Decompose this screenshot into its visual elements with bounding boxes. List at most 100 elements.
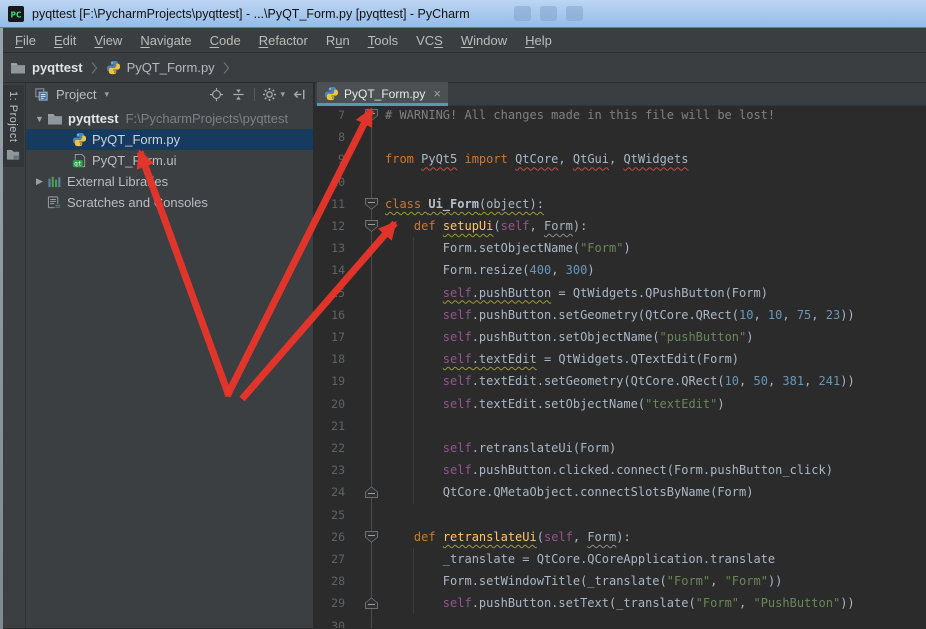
line-number: 19 bbox=[315, 374, 345, 388]
code-line-26[interactable]: 26 def retranslateUi(self, Form): bbox=[315, 526, 926, 548]
window-edge bbox=[0, 28, 3, 629]
editor-tab-bar: PyQT_Form.py × bbox=[315, 83, 926, 106]
code-text: self.pushButton.setObjectName("pushButto… bbox=[385, 330, 753, 344]
code-text: def setupUi(self, Form): bbox=[385, 219, 587, 233]
project-tree: ▼pyqttestF:\PycharmProjects\pyqttestPyQT… bbox=[26, 106, 313, 628]
menu-vcs[interactable]: VCS bbox=[407, 33, 452, 48]
line-number: 30 bbox=[315, 619, 345, 628]
line-number: 28 bbox=[315, 574, 345, 588]
project-panel: Project ▾ ▾ ▼pyqttestF:\PycharmProjects\… bbox=[26, 83, 313, 628]
code-line-23[interactable]: 23 self.pushButton.clicked.connect(Form.… bbox=[315, 459, 926, 481]
code-text: Form.setWindowTitle(_translate("Form", "… bbox=[385, 574, 782, 588]
line-number: 18 bbox=[315, 352, 345, 366]
code-line-16[interactable]: 16 self.pushButton.setGeometry(QtCore.QR… bbox=[315, 304, 926, 326]
menu-run[interactable]: Run bbox=[317, 33, 359, 48]
chevron-right-icon bbox=[223, 61, 230, 75]
menu-refactor[interactable]: Refactor bbox=[250, 33, 317, 48]
menu-file[interactable]: File bbox=[6, 33, 45, 48]
code-line-25[interactable]: 25 bbox=[315, 504, 926, 526]
code-text: self.textEdit.setGeometry(QtCore.QRect(1… bbox=[385, 374, 855, 388]
title-bar[interactable]: PC pyqttest [F:\PycharmProjects\pyqttest… bbox=[0, 0, 926, 28]
gear-icon[interactable] bbox=[262, 87, 277, 102]
project-tab-label: 1: Project bbox=[7, 91, 19, 142]
code-text: # WARNING! All changes made in this file… bbox=[385, 108, 775, 122]
line-number: 23 bbox=[315, 463, 345, 477]
code-line-19[interactable]: 19 self.textEdit.setGeometry(QtCore.QRec… bbox=[315, 370, 926, 392]
code-line-12[interactable]: 12 def setupUi(self, Form): bbox=[315, 215, 926, 237]
chevron-right-icon bbox=[91, 61, 98, 75]
code-line-9[interactable]: 9from PyQt5 import QtCore, QtGui, QtWidg… bbox=[315, 148, 926, 170]
code-line-14[interactable]: 14 Form.resize(400, 300) bbox=[315, 259, 926, 281]
code-line-7[interactable]: 7 # WARNING! All changes made in this fil… bbox=[315, 106, 926, 126]
code-text: self.textEdit.setObjectName("textEdit") bbox=[385, 397, 725, 411]
code-text: _translate = QtCore.QCoreApplication.tra… bbox=[385, 552, 775, 566]
code-line-22[interactable]: 22 self.retranslateUi(Form) bbox=[315, 437, 926, 459]
menu-view[interactable]: View bbox=[85, 33, 131, 48]
fold-close-icon[interactable] bbox=[365, 486, 378, 498]
line-number: 11 bbox=[315, 197, 345, 211]
line-number: 10 bbox=[315, 175, 345, 189]
code-line-28[interactable]: 28 Form.setWindowTitle(_translate("Form"… bbox=[315, 570, 926, 592]
chevron-collapsed-icon[interactable]: ▶ bbox=[32, 176, 47, 187]
breadcrumb-item[interactable]: pyqttest bbox=[32, 60, 83, 75]
window-title: pyqttest [F:\PycharmProjects\pyqttest] -… bbox=[32, 7, 470, 21]
python-file-icon bbox=[324, 86, 339, 101]
code-line-18[interactable]: 18 self.textEdit = QtWidgets.QTextEdit(F… bbox=[315, 348, 926, 370]
breadcrumb: pyqttest PyQT_Form.py bbox=[0, 53, 926, 83]
code-text: QtCore.QMetaObject.connectSlotsByName(Fo… bbox=[385, 485, 753, 499]
python-file-icon bbox=[72, 132, 87, 147]
tree-item-pyqt-form-py[interactable]: PyQT_Form.py bbox=[26, 129, 313, 150]
breadcrumb-item[interactable]: PyQT_Form.py bbox=[127, 60, 215, 75]
tree-item-label: Scratches and Consoles bbox=[67, 195, 208, 210]
pycharm-icon: PC bbox=[8, 6, 24, 22]
code-line-17[interactable]: 17 self.pushButton.setObjectName("pushBu… bbox=[315, 326, 926, 348]
menu-edit[interactable]: Edit bbox=[45, 33, 85, 48]
fold-close-icon[interactable] bbox=[365, 597, 378, 609]
chevron-down-icon[interactable]: ▾ bbox=[104, 89, 109, 100]
line-number: 20 bbox=[315, 397, 345, 411]
tool-window-project-button[interactable]: 1: Project bbox=[2, 85, 24, 167]
line-number: 16 bbox=[315, 308, 345, 322]
line-number: 24 bbox=[315, 485, 345, 499]
tab-pyqt-form-py[interactable]: PyQT_Form.py × bbox=[317, 82, 448, 105]
line-number: 7 bbox=[315, 108, 345, 122]
code-line-8[interactable]: 8 bbox=[315, 126, 926, 148]
fold-open-icon[interactable] bbox=[365, 531, 378, 543]
svg-text:qt: qt bbox=[74, 161, 82, 168]
menu-window[interactable]: Window bbox=[452, 33, 516, 48]
fold-open-icon[interactable] bbox=[365, 220, 378, 232]
tree-item-label: PyQT_Form.py bbox=[92, 132, 180, 147]
fold-open-icon[interactable] bbox=[365, 198, 378, 210]
qt-ui-file-icon: qt bbox=[72, 153, 87, 168]
menu-code[interactable]: Code bbox=[201, 33, 250, 48]
code-line-24[interactable]: 24 QtCore.QMetaObject.connectSlotsByName… bbox=[315, 481, 926, 503]
fold-open-icon[interactable] bbox=[365, 109, 378, 121]
locate-icon[interactable] bbox=[209, 87, 224, 102]
tree-item-scratches-and-consoles[interactable]: Scratches and Consoles bbox=[26, 192, 313, 213]
project-panel-title[interactable]: Project bbox=[56, 87, 96, 102]
menu-help[interactable]: Help bbox=[516, 33, 561, 48]
close-icon[interactable]: × bbox=[433, 87, 441, 100]
code-line-29[interactable]: 29 self.pushButton.setText(_translate("F… bbox=[315, 592, 926, 614]
line-number: 14 bbox=[315, 263, 345, 277]
collapse-all-icon[interactable] bbox=[231, 87, 246, 102]
code-text: self.pushButton.clicked.connect(Form.pus… bbox=[385, 463, 833, 477]
code-line-30[interactable]: 30 bbox=[315, 615, 926, 628]
ghost-icon bbox=[566, 6, 583, 21]
code-editor[interactable]: 7 # WARNING! All changes made in this fil… bbox=[315, 106, 926, 628]
tree-item-label: pyqttest bbox=[68, 111, 119, 126]
chevron-expanded-icon[interactable]: ▼ bbox=[32, 114, 47, 124]
code-line-21[interactable]: 21 bbox=[315, 415, 926, 437]
code-line-11[interactable]: 11class Ui_Form(object): bbox=[315, 193, 926, 215]
hide-icon[interactable] bbox=[292, 87, 307, 102]
tree-item-pyqttest[interactable]: ▼pyqttestF:\PycharmProjects\pyqttest bbox=[26, 108, 313, 129]
tree-item-pyqt-form-ui[interactable]: qtPyQT_Form.ui bbox=[26, 150, 313, 171]
code-line-13[interactable]: 13 Form.setObjectName("Form") bbox=[315, 237, 926, 259]
menu-navigate[interactable]: Navigate bbox=[131, 33, 200, 48]
tree-item-external-libraries[interactable]: ▶External Libraries bbox=[26, 171, 313, 192]
code-line-10[interactable]: 10 bbox=[315, 171, 926, 193]
code-line-27[interactable]: 27 _translate = QtCore.QCoreApplication.… bbox=[315, 548, 926, 570]
code-line-15[interactable]: 15 self.pushButton = QtWidgets.QPushButt… bbox=[315, 282, 926, 304]
menu-tools[interactable]: Tools bbox=[359, 33, 407, 48]
code-line-20[interactable]: 20 self.textEdit.setObjectName("textEdit… bbox=[315, 393, 926, 415]
